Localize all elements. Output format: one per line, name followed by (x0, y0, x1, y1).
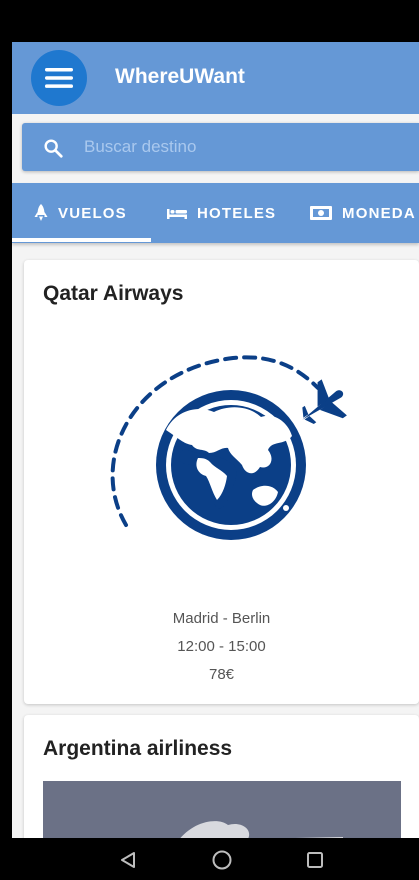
tab-moneda[interactable]: MONEDA (310, 183, 416, 243)
flight-card[interactable]: Qatar Airways Madrid - Berlin 12:00 - 15… (24, 260, 419, 704)
app-title: WhereUWant (115, 65, 245, 88)
rocket-icon (34, 204, 48, 221)
home-button[interactable] (210, 848, 234, 872)
back-button[interactable] (116, 848, 140, 872)
home-circle-icon (212, 850, 232, 870)
hamburger-icon (45, 68, 73, 88)
search-icon (44, 139, 63, 158)
flight-time: 12:00 - 15:00 (177, 638, 266, 655)
recents-square-icon (307, 852, 323, 868)
globe-plane-icon (110, 355, 347, 540)
airline-name: Qatar Airways (43, 282, 184, 305)
tab-hoteles[interactable]: HOTELES (167, 183, 276, 243)
status-bar (12, 0, 419, 42)
airline-name: Argentina airliness (43, 737, 233, 760)
tab-label: VUELOS (58, 204, 127, 222)
tab-bar: VUELOS HOTELES MONEDA (12, 183, 419, 243)
search-bar[interactable] (22, 123, 419, 171)
money-icon (310, 206, 332, 220)
recents-button[interactable] (303, 848, 327, 872)
tab-label: HOTELES (197, 204, 277, 222)
search-input[interactable] (84, 134, 404, 160)
system-nav-bar (0, 838, 419, 880)
app-screen: WhereUWant VUELOS HOTELES (12, 0, 419, 880)
flight-price: 78€ (208, 666, 235, 683)
menu-button[interactable] (31, 50, 87, 106)
tab-label: MONEDA (342, 204, 416, 222)
hotel-bed-icon (167, 209, 187, 219)
active-tab-indicator (12, 238, 151, 242)
back-triangle-icon (121, 852, 135, 868)
tab-vuelos[interactable]: VUELOS (34, 183, 127, 243)
app-bar: WhereUWant (12, 42, 419, 114)
flight-route: Madrid - Berlin (172, 610, 271, 627)
